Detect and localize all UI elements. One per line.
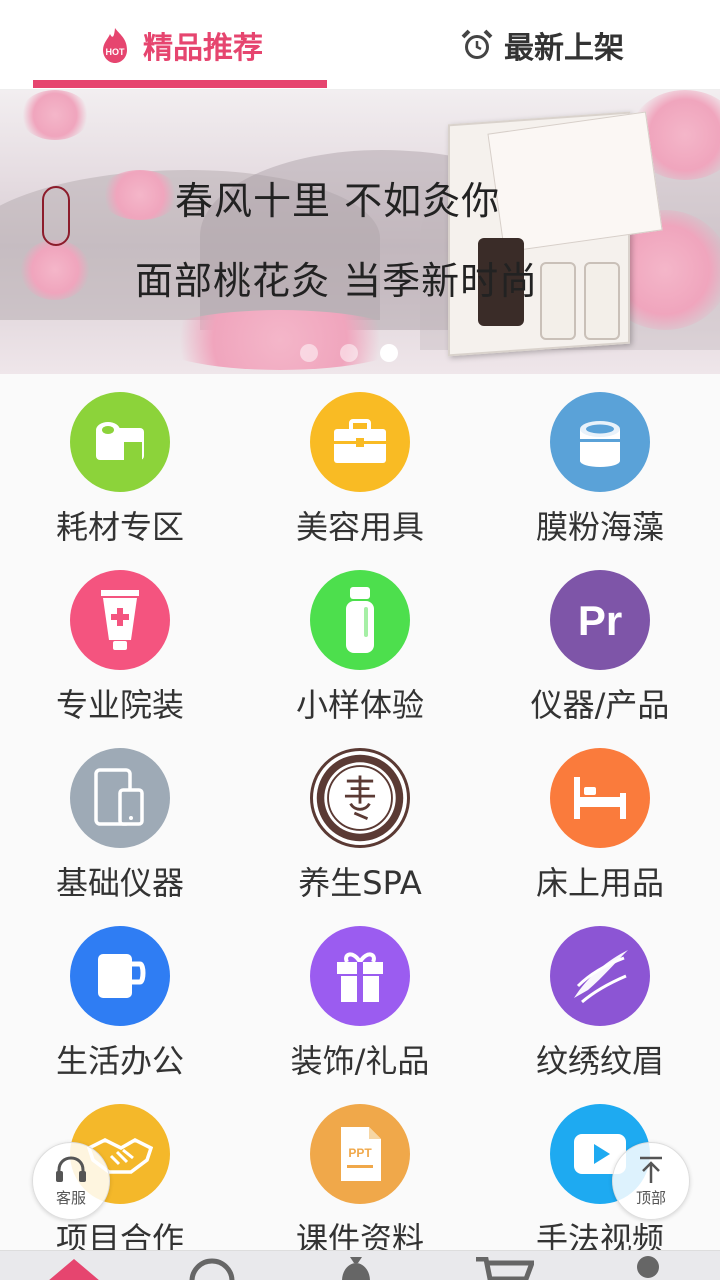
gift-icon xyxy=(310,926,410,1026)
back-to-top-label: 顶部 xyxy=(635,1188,666,1207)
top-tabs: HOT 精品推荐 最新上架 xyxy=(0,0,720,90)
category-label: 美容用具 xyxy=(295,508,424,546)
hot-flame-icon: HOT xyxy=(103,28,127,63)
carousel-dot[interactable] xyxy=(300,344,318,362)
bottle-icon xyxy=(310,570,410,670)
customer-service-button[interactable]: 客服 xyxy=(32,1142,110,1220)
category-label: 小样体验 xyxy=(295,686,424,724)
product-tube-image xyxy=(540,262,576,340)
category-label: 耗材专区 xyxy=(55,508,184,546)
category-samples[interactable]: 小样体验 xyxy=(240,552,480,730)
devices-icon xyxy=(70,748,170,848)
category-decor-gifts[interactable]: 装饰/礼品 xyxy=(240,908,480,1086)
category-label: 膜粉海藻 xyxy=(535,508,664,546)
customer-service-label: 客服 xyxy=(55,1188,86,1207)
headset-icon xyxy=(56,1155,86,1182)
category-salon-pack[interactable]: 专业院装 xyxy=(0,552,240,730)
category-consumables[interactable]: 耗材专区 xyxy=(0,374,240,552)
tab-featured[interactable]: HOT 精品推荐 xyxy=(33,0,327,90)
category-label: 仪器/产品 xyxy=(530,686,670,724)
category-label: 养生SPA xyxy=(298,864,422,902)
category-label: 基础仪器 xyxy=(55,864,184,902)
product-tube-image xyxy=(584,262,620,340)
carousel-dot-active[interactable] xyxy=(380,344,398,362)
pr-icon: Pr xyxy=(550,570,650,670)
product-lid-image xyxy=(487,111,663,253)
ppt-icon: PPT xyxy=(310,1104,410,1204)
active-tab-indicator xyxy=(33,80,327,88)
arrow-up-icon xyxy=(640,1156,662,1183)
mug-icon xyxy=(70,926,170,1026)
tab-new-arrivals-label: 最新上架 xyxy=(504,31,624,66)
bottom-nav-bar xyxy=(0,1250,720,1280)
money-bag-icon[interactable] xyxy=(336,1255,376,1280)
category-courseware[interactable]: PPT 课件资料 xyxy=(240,1086,480,1264)
category-label: 纹绣纹眉 xyxy=(535,1042,664,1080)
blossom-decoration xyxy=(100,170,180,220)
tab-featured-label: 精品推荐 xyxy=(143,31,263,66)
banner-subheadline: 面部桃花灸 当季新时尚 xyxy=(135,259,539,303)
yang-seal-icon xyxy=(310,748,410,848)
svg-text:HOT: HOT xyxy=(106,47,126,57)
category-basic-instruments[interactable]: 基础仪器 xyxy=(0,730,240,908)
carousel-indicators xyxy=(300,344,398,362)
tab-new-arrivals[interactable]: 最新上架 xyxy=(395,0,689,90)
cart-icon[interactable] xyxy=(474,1257,534,1280)
tube-icon xyxy=(70,570,170,670)
category-label: 床上用品 xyxy=(535,864,664,902)
category-label: 装饰/礼品 xyxy=(290,1042,430,1080)
feather-icon xyxy=(550,926,650,1026)
category-life-office[interactable]: 生活办公 xyxy=(0,908,240,1086)
briefcase-icon xyxy=(310,392,410,492)
category-tattoo-brows[interactable]: 纹绣纹眉 xyxy=(480,908,720,1086)
user-icon[interactable] xyxy=(628,1255,668,1280)
blossom-decoration xyxy=(20,90,90,140)
tape-roll-icon xyxy=(70,392,170,492)
back-to-top-button[interactable]: 顶部 xyxy=(612,1142,690,1220)
banner-headline: 春风十里 不如灸你 xyxy=(175,179,501,223)
bed-icon xyxy=(550,748,650,848)
category-beauty-tools[interactable]: 美容用具 xyxy=(240,374,480,552)
category-wellness-spa[interactable]: 养生SPA xyxy=(240,730,480,908)
category-label: 生活办公 xyxy=(55,1042,184,1080)
promo-banner[interactable]: 春风十里 不如灸你 面部桃花灸 当季新时尚 xyxy=(0,90,720,374)
svg-text:Pr: Pr xyxy=(578,597,622,644)
app-root: HOT 精品推荐 最新上架 春风十里 不如灸你 面部桃花灸 当季新时尚 耗材专区… xyxy=(0,0,720,1280)
can-icon xyxy=(550,392,650,492)
search-icon[interactable] xyxy=(186,1255,238,1280)
category-label: 专业院装 xyxy=(55,686,184,724)
blossom-decoration xyxy=(20,240,90,300)
svg-text:PPT: PPT xyxy=(348,1146,372,1160)
red-seal-stamp xyxy=(42,186,70,246)
alarm-clock-icon xyxy=(461,29,493,59)
category-mask-powder[interactable]: 膜粉海藻 xyxy=(480,374,720,552)
carousel-dot[interactable] xyxy=(340,344,358,362)
home-icon[interactable] xyxy=(44,1253,104,1280)
category-instruments-products[interactable]: Pr 仪器/产品 xyxy=(480,552,720,730)
category-bedding[interactable]: 床上用品 xyxy=(480,730,720,908)
